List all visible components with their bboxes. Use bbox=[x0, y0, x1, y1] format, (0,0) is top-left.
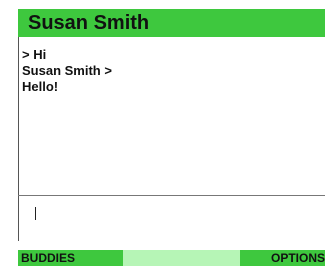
text-cursor bbox=[35, 207, 36, 220]
center-softkey[interactable] bbox=[123, 250, 240, 266]
softkey-bar: BUDDIES OPTIONS bbox=[18, 250, 325, 266]
chat-message-outgoing: > Hi bbox=[22, 47, 47, 62]
buddies-softkey[interactable]: BUDDIES bbox=[18, 250, 123, 266]
message-input[interactable] bbox=[18, 196, 325, 241]
chat-message-sender-label: Susan Smith > bbox=[22, 63, 112, 78]
chat-message-incoming: Hello! bbox=[22, 79, 59, 94]
chat-history[interactable]: > Hi Susan Smith > Hello! bbox=[18, 37, 325, 195]
options-softkey[interactable]: OPTIONS bbox=[240, 250, 325, 266]
chat-screen: Susan Smith > Hi Susan Smith > Hello! BU… bbox=[18, 9, 325, 266]
title-bar: Susan Smith bbox=[18, 9, 325, 37]
contact-name-title: Susan Smith bbox=[28, 12, 150, 34]
